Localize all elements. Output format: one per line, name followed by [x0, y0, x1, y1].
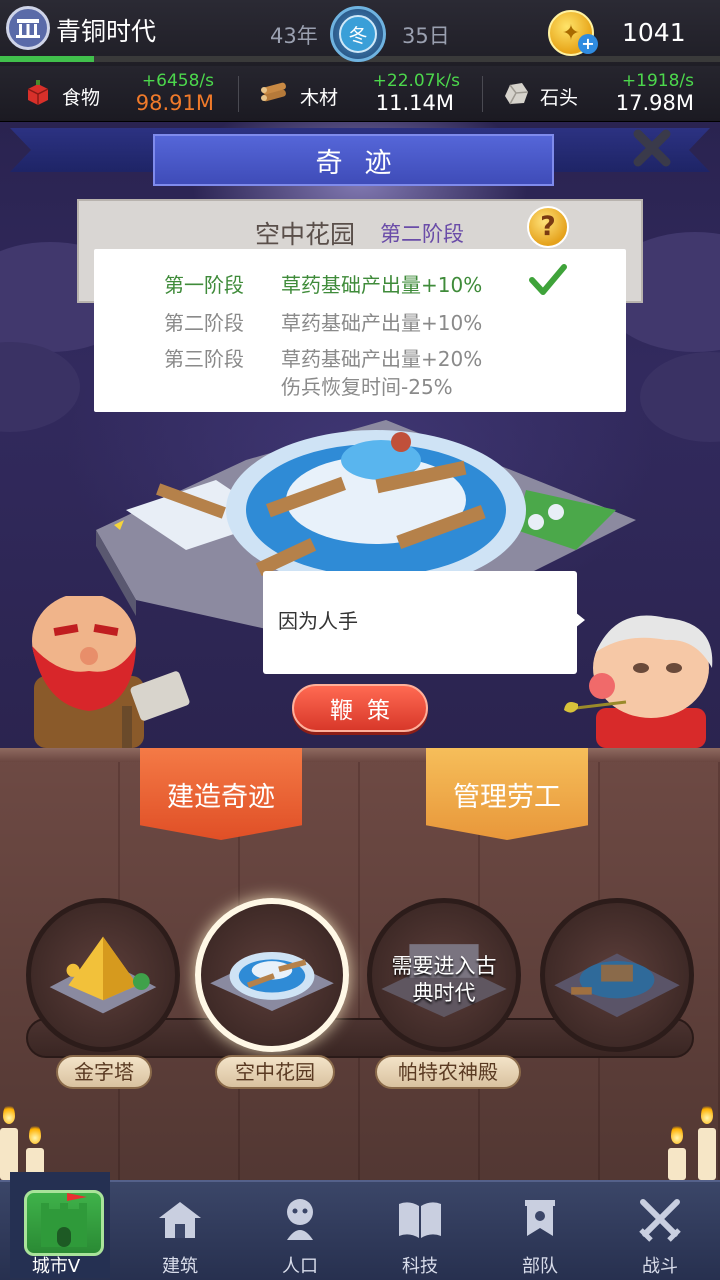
temple-icon	[16, 19, 40, 38]
stage-effect: 草药基础产出量+10%	[281, 273, 483, 297]
stage-effect-secondary: 伤兵恢复时间-25%	[281, 375, 453, 399]
resource-label: 木材	[300, 87, 339, 109]
wonder-name-label: 金字塔	[56, 1055, 152, 1089]
stage-name: 第一阶段	[164, 273, 244, 297]
stage-effect: 草药基础产出量+20%	[281, 347, 483, 371]
resource-amount: 17.98M	[615, 91, 694, 115]
nav-label: 科技	[402, 1256, 438, 1277]
island-wonder-icon	[554, 953, 680, 1018]
house-icon	[159, 1202, 201, 1238]
whip-button[interactable]: 鞭策	[292, 684, 428, 732]
stage-name: 第二阶段	[164, 311, 244, 335]
close-button[interactable]	[630, 126, 674, 170]
candle	[668, 1148, 686, 1180]
wood-icon	[261, 82, 286, 102]
resource-food[interactable]: 食物 +6458/s 98.91M	[0, 66, 236, 122]
candle-flame	[671, 1124, 683, 1144]
wonder-name: 空中花园	[255, 220, 356, 249]
help-button[interactable]: ?	[527, 206, 569, 248]
resource-rate: +22.07k/s	[372, 71, 460, 91]
nav-label: 城市V	[31, 1256, 81, 1277]
cloud	[0, 342, 80, 432]
resource-amount: 11.14M	[375, 91, 454, 115]
wonder-slot-pyramid[interactable]	[26, 898, 180, 1052]
nav-population[interactable]: 人口	[250, 1188, 350, 1278]
nav-label: 人口	[282, 1256, 318, 1277]
gold-amount: 1041	[622, 18, 686, 47]
nav-city[interactable]: 城市V	[6, 1188, 106, 1278]
wonder-name-label: 空中花园	[215, 1055, 335, 1089]
elder-advisor	[564, 615, 713, 748]
wonder-name-label: 帕特农神殿	[375, 1055, 521, 1089]
page-title: 奇迹	[153, 134, 554, 186]
book-icon	[399, 1202, 441, 1238]
locked-requirement-line: 典时代	[412, 981, 476, 1005]
wonder-stage: 第二阶段	[380, 222, 464, 246]
locked-requirement-line: 需要进入古	[391, 954, 497, 978]
banner-icon	[525, 1200, 555, 1236]
wonder-slot-hanging-gardens[interactable]	[195, 898, 349, 1052]
resource-bar: 食物 +6458/s 98.91M 木材 +22.07k/s 11.14M 石头…	[0, 66, 720, 122]
hanging-gardens-icon	[210, 951, 334, 1011]
divider	[238, 76, 239, 112]
nav-battle[interactable]: 战斗	[610, 1188, 710, 1278]
wonder-slot-parthenon[interactable]: 需要进入古 典时代	[367, 898, 521, 1052]
candle	[698, 1128, 716, 1180]
resource-rate: +6458/s	[141, 71, 214, 91]
nav-technology[interactable]: 科技	[370, 1188, 470, 1278]
year-label: 43年	[270, 24, 318, 48]
crossed-swords-icon	[639, 1199, 681, 1242]
nav-buildings[interactable]: 建筑	[130, 1188, 230, 1278]
season-badge[interactable]: 冬	[330, 6, 386, 62]
tab-build-wonder[interactable]: 建造奇迹	[140, 748, 302, 840]
resource-amount: 98.91M	[135, 91, 214, 115]
add-gold-icon[interactable]: +	[578, 34, 598, 54]
candle-flame	[3, 1104, 15, 1124]
wonder-slot-locked[interactable]	[540, 898, 694, 1052]
resource-stone[interactable]: 石头 +1918/s 17.98M	[484, 66, 720, 122]
season-label: 冬	[339, 15, 377, 53]
nav-label: 部队	[522, 1256, 558, 1277]
check-icon	[529, 264, 567, 295]
day-label: 35日	[402, 24, 450, 48]
resource-rate: +1918/s	[621, 71, 694, 91]
food-icon	[27, 80, 49, 105]
speech-text: 因为人手	[278, 609, 358, 633]
tab-manage-workers[interactable]: 管理劳工	[426, 748, 588, 840]
dwarf-worker	[32, 596, 190, 748]
era-icon[interactable]	[6, 6, 50, 50]
resource-wood[interactable]: 木材 +22.07k/s 11.14M	[240, 66, 480, 122]
person-icon	[287, 1199, 313, 1240]
cloud	[640, 352, 720, 442]
speech-bubble-tail	[575, 612, 585, 628]
pyramid-icon	[49, 936, 157, 1014]
divider	[482, 76, 483, 112]
nav-label: 建筑	[162, 1256, 198, 1277]
stone-icon	[505, 83, 529, 105]
stage-effect: 草药基础产出量+10%	[281, 311, 483, 335]
shelf-edge	[0, 748, 720, 762]
locked-requirement: 需要进入古 典时代	[372, 953, 516, 1007]
candle-flame	[29, 1124, 41, 1144]
resource-label: 石头	[540, 87, 579, 109]
era-name: 青铜时代	[56, 17, 157, 46]
candle-flame	[701, 1104, 713, 1124]
stage-name: 第三阶段	[164, 347, 244, 371]
nav-label: 战斗	[642, 1256, 678, 1277]
era-progress-fill	[0, 56, 94, 62]
nav-troops[interactable]: 部队	[490, 1188, 590, 1278]
close-icon	[633, 129, 671, 167]
